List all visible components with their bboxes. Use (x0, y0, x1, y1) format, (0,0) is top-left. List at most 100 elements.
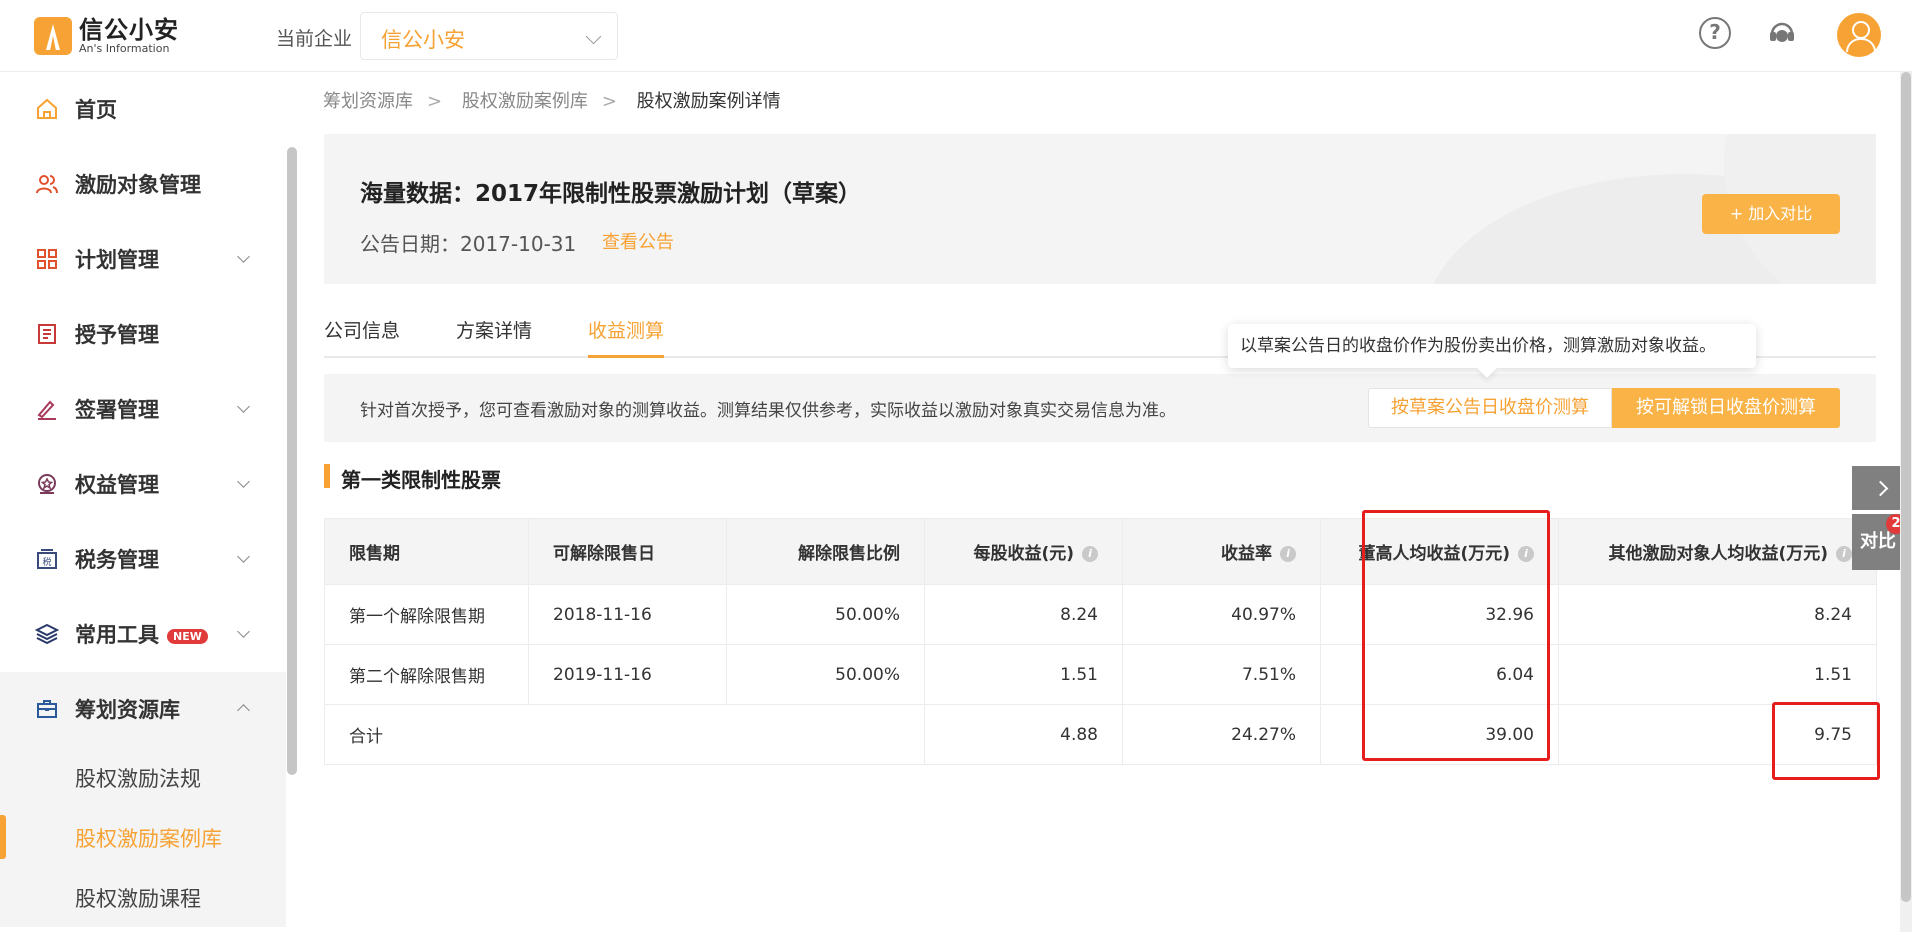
sidebar-item-text: 常用工具 (75, 623, 159, 647)
column-header: 其他激励对象人均收益(万元) i (1558, 518, 1877, 585)
table-cell: 39.00 (1320, 704, 1559, 765)
layers-icon (35, 623, 59, 645)
info-icon[interactable]: i (1836, 546, 1852, 562)
notice-text: 针对首次授予，您可查看激励对象的测算收益。测算结果仅供参考，实际收益以激励对象真… (360, 401, 1176, 421)
tab-plan-details[interactable]: 方案详情 (456, 316, 532, 358)
sidebar-scrollbar[interactable] (287, 147, 297, 775)
sidebar-item-label: 税务管理 (75, 548, 159, 572)
breadcrumb: 筹划资源库 > 股权激励案例库 > 股权激励案例详情 (323, 87, 795, 113)
logo-mark-icon (34, 17, 72, 55)
column-header: 可解除限售日 (528, 518, 727, 585)
case-header-card: 海量数据：2017年限制性股票激励计划（草案） 公告日期：2017-10-31 … (324, 134, 1876, 284)
section-title: 第一类限制性股票 (324, 464, 501, 493)
enterprise-label: 当前企业 (276, 28, 353, 50)
sidebar-item-resources[interactable]: 筹划资源库 (0, 672, 286, 747)
table-cell: 第一个解除限售期 (324, 584, 529, 645)
table-cell: 50.00% (726, 644, 925, 705)
column-header: 收益率 i (1122, 518, 1321, 585)
info-icon[interactable]: i (1518, 546, 1534, 562)
chevron-down-icon (237, 625, 250, 638)
breadcrumb-item[interactable]: 股权激励案例库 (462, 91, 588, 112)
calc-by-draft-date-button[interactable]: 按草案公告日收盘价测算 (1368, 388, 1612, 428)
tooltip: 以草案公告日的收盘价作为股份卖出价格，测算激励对象收益。 (1228, 324, 1756, 368)
sidebar-subitem-regulations[interactable]: 股权激励法规 (0, 747, 286, 807)
main-scrollbar-thumb[interactable] (1901, 72, 1911, 902)
table-cell: 第二个解除限售期 (324, 644, 529, 705)
sidebar-item-equity[interactable]: 权益管理 (0, 447, 286, 522)
top-header: 信公小安 An's Information 当前企业 信公小安 ? (0, 0, 1912, 72)
chevron-right-icon: > (427, 91, 443, 112)
main-scrollbar[interactable] (1900, 72, 1912, 932)
table-cell: 24.27% (1122, 704, 1321, 765)
new-badge: NEW (167, 628, 208, 644)
column-header-text: 其他激励对象人均收益(万元) (1608, 544, 1828, 564)
column-header-text: 每股收益(元) (973, 544, 1074, 564)
table-cell: 4.88 (924, 704, 1123, 765)
table-cell: 50.00% (726, 584, 925, 645)
sidebar-item-label: 常用工具 NEW (75, 619, 208, 649)
badge-icon (38, 474, 56, 494)
help-icon[interactable]: ? (1699, 17, 1731, 49)
compare-float-label: 对比 (1860, 531, 1896, 552)
sidebar-item-label: 计划管理 (75, 248, 159, 272)
chevron-down-icon (585, 28, 602, 45)
table-total-row: 合计 4.88 24.27% 39.00 9.75 (324, 704, 1877, 765)
svg-text:税: 税 (42, 556, 51, 568)
table-cell: 8.24 (924, 584, 1123, 645)
sidebar-item-home[interactable]: 首页 (0, 72, 286, 147)
column-header: 董高人均收益(万元) i (1320, 518, 1559, 585)
sidebar-item-incentive-targets[interactable]: 激励对象管理 (0, 147, 286, 222)
sidebar-subitem-label: 股权激励课程 (75, 887, 201, 911)
avatar[interactable] (1837, 13, 1881, 57)
table-cell: 8.24 (1558, 584, 1877, 645)
tab-company-info[interactable]: 公司信息 (324, 316, 400, 358)
table-cell: 40.97% (1122, 584, 1321, 645)
tab-income-estimate[interactable]: 收益测算 (588, 316, 665, 358)
chevron-right-icon: > (601, 91, 617, 112)
logo-subtitle: An's Information (79, 42, 170, 55)
breadcrumb-item[interactable]: 筹划资源库 (323, 91, 413, 112)
sidebar-item-label: 签署管理 (75, 398, 159, 422)
info-icon[interactable]: i (1280, 546, 1296, 562)
table-cell: 32.96 (1320, 584, 1559, 645)
table-row: 第二个解除限售期 2019-11-16 50.00% 1.51 7.51% 6.… (324, 644, 1877, 705)
sidebar-subitem-cases[interactable]: 股权激励案例库 (0, 807, 286, 867)
table-cell: 7.51% (1122, 644, 1321, 705)
chevron-down-icon (237, 550, 250, 563)
sidebar: 首页 激励对象管理 计划管理 授予管理 签署管理 权益管理 税 税务管理 常用工… (0, 72, 298, 932)
sidebar-item-tools[interactable]: 常用工具 NEW (0, 597, 286, 672)
sidebar-item-label: 权益管理 (75, 473, 159, 497)
sidebar-item-grant[interactable]: 授予管理 (0, 297, 286, 372)
income-table: 限售期 可解除限售日 解除限售比例 每股收益(元) i 收益率 i 董高人均收益(万… (324, 518, 1877, 765)
column-header-text: 收益率 (1221, 544, 1272, 564)
users-icon (36, 175, 58, 194)
info-icon[interactable]: i (1082, 546, 1098, 562)
sidebar-item-sign[interactable]: 签署管理 (0, 372, 286, 447)
toolbox-icon (37, 700, 57, 718)
table-cell: 6.04 (1320, 644, 1559, 705)
table-cell: 2019-11-16 (528, 644, 727, 705)
calc-by-unlock-date-button[interactable]: 按可解锁日收盘价测算 (1612, 388, 1840, 428)
table-cell: 9.75 (1558, 704, 1877, 765)
chevron-down-icon (237, 400, 250, 413)
logo[interactable]: 信公小安 An's Information (34, 17, 179, 55)
column-header: 限售期 (324, 518, 529, 585)
sidebar-subitem-label: 股权激励法规 (75, 767, 201, 791)
table-cell: 2018-11-16 (528, 584, 727, 645)
view-announcement-link[interactable]: 查看公告 (602, 228, 674, 254)
sidebar-item-plan[interactable]: 计划管理 (0, 222, 286, 297)
table-cell: 1.51 (1558, 644, 1877, 705)
home-icon (37, 98, 57, 119)
customer-service-icon[interactable] (1766, 17, 1798, 49)
sidebar-item-label: 激励对象管理 (75, 173, 201, 197)
sidebar-item-label: 筹划资源库 (75, 698, 180, 722)
column-header-text: 董高人均收益(万元) (1358, 544, 1510, 564)
sign-icon (37, 400, 56, 420)
sidebar-subitem-label: 股权激励案例库 (75, 827, 222, 851)
add-compare-button[interactable]: + 加入对比 (1702, 194, 1840, 234)
grid-icon (37, 249, 57, 269)
sidebar-item-tax[interactable]: 税 税务管理 (0, 522, 286, 597)
enterprise-select[interactable]: 信公小安 (360, 12, 618, 60)
chevron-down-icon (237, 475, 250, 488)
sidebar-subitem-courses[interactable]: 股权激励课程 (0, 867, 286, 927)
